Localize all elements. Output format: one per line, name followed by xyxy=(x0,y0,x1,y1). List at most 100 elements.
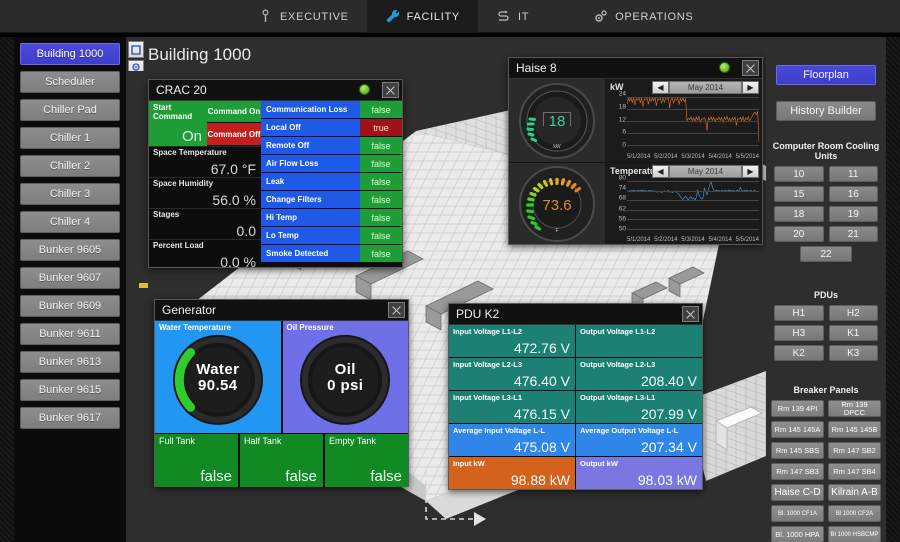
pdu-title-bar: PDU K2 xyxy=(449,304,702,325)
breaker-haise-c-d[interactable]: Haise C-D xyxy=(771,484,824,501)
oil-gauge-value: 0 psi xyxy=(327,376,364,394)
crac-metrics-column: Start Command On Command On Command Off … xyxy=(149,101,261,270)
breaker-rm-139-4pi[interactable]: Rm 139 4PI xyxy=(771,400,824,417)
breaker-rm-147-sb2[interactable]: Rm 147 SB2 xyxy=(828,442,881,459)
alarm-label: Air Flow Loss xyxy=(261,155,360,172)
breaker-bl-1000-cf2a[interactable]: Bl 1000 CF2A xyxy=(828,505,881,522)
history-builder-button[interactable]: History Builder xyxy=(776,101,876,121)
cell-value: 472.76 V xyxy=(513,340,570,356)
cooling-unit-21[interactable]: 21 xyxy=(828,226,878,242)
kw-gauge: 18 kW xyxy=(509,79,605,162)
alarm-label: Communication Loss xyxy=(261,101,360,118)
sidebar-item-scheduler[interactable]: Scheduler xyxy=(20,71,120,93)
sidebar-item-building-1000[interactable]: Building 1000 xyxy=(20,43,120,65)
cooling-unit-15[interactable]: 15 xyxy=(774,186,824,202)
input-kw: Input kW 98.88 kW xyxy=(449,457,575,489)
sidebar-item-chiller-1[interactable]: Chiller 1 xyxy=(20,127,120,149)
breaker-bl-1000-hpa[interactable]: Bl. 1000 HPA xyxy=(771,526,824,542)
generator-title-bar: Generator xyxy=(155,300,408,321)
sidebar-item-chiller-pad[interactable]: Chiller Pad xyxy=(20,99,120,121)
metric-label: Space Temperature xyxy=(153,148,227,157)
page-title: Building 1000 xyxy=(148,45,252,64)
pdu-k2-panel: PDU K2 Input Voltage L1-L2 472.76 V Outpu… xyxy=(448,303,703,490)
tab-facility[interactable]: FACILITY xyxy=(366,0,478,33)
breaker-rm-145-145a[interactable]: Rm 145 145A xyxy=(771,421,824,438)
breaker-bl-1000-hsbcmp[interactable]: Bl 1000 HSBCMP xyxy=(828,526,881,542)
cooling-unit-10[interactable]: 10 xyxy=(774,166,824,182)
cell-value: 98.88 kW xyxy=(510,472,570,488)
input-voltage-l1-l2: Input Voltage L1-L2 472.76 V xyxy=(449,325,575,357)
tab-executive[interactable]: EXECUTIVE xyxy=(240,0,367,33)
sidebar-item-chiller-3[interactable]: Chiller 3 xyxy=(20,183,120,205)
kw-gauge-graphic: 18 kW xyxy=(519,82,595,159)
breaker-bl-1000-cf1a[interactable]: Bl. 1000 CF1A xyxy=(771,505,824,522)
breaker-panels-grid: Rm 139 4PI Rm 139 DPCC Rm 145 145A Rm 14… xyxy=(766,400,886,542)
cooling-unit-18[interactable]: 18 xyxy=(774,206,824,222)
sidebar-item-bunker-9607[interactable]: Bunker 9607 xyxy=(20,267,120,289)
alarm-value: false xyxy=(360,137,402,154)
sidebar-item-chiller-4[interactable]: Chiller 4 xyxy=(20,211,120,233)
resize-icon[interactable] xyxy=(128,41,144,58)
breaker-rm-147-sb3[interactable]: Rm 147 SB3 xyxy=(771,463,824,480)
sidebar-item-bunker-9609[interactable]: Bunker 9609 xyxy=(20,295,120,317)
breaker-kilrain-a-b[interactable]: Kilrain A-B xyxy=(828,484,881,501)
haise-8-panel: Haise 8 18 kW 73.6 F kW ◀ May 2014 ▶ 24 … xyxy=(508,57,763,245)
next-month-button[interactable]: ▶ xyxy=(742,165,759,178)
average-output-voltage: Average Output Voltage L-L 207.34 V xyxy=(576,424,702,456)
main-stage: Building 1000 CRAC 20 Start Command On C… xyxy=(126,37,766,542)
close-icon[interactable] xyxy=(742,60,759,76)
cooling-unit-19[interactable]: 19 xyxy=(828,206,878,222)
sidebar-item-bunker-9611[interactable]: Bunker 9611 xyxy=(20,323,120,345)
tab-facility-label: FACILITY xyxy=(406,10,460,23)
floorplan-button[interactable]: Floorplan xyxy=(776,65,876,85)
output-voltage-l3-l1: Output Voltage L3-L1 207.99 V xyxy=(576,391,702,423)
command-off-button[interactable]: Command Off xyxy=(207,123,261,145)
alarm-label: Hi Temp xyxy=(261,209,360,226)
pdu-h2[interactable]: H2 xyxy=(828,305,878,321)
alarm-row: Local Off true xyxy=(261,119,402,137)
start-command-status: Start Command On xyxy=(149,101,207,146)
pdu-k3[interactable]: K3 xyxy=(828,345,878,361)
tab-it[interactable]: IT xyxy=(478,0,547,33)
sidebar-item-bunker-9615[interactable]: Bunker 9615 xyxy=(20,379,120,401)
half-tank-value: false xyxy=(285,468,317,485)
alarm-value: false xyxy=(360,155,402,172)
breaker-rm-139-dpcc[interactable]: Rm 139 DPCC xyxy=(828,400,881,417)
command-on-button[interactable]: Command On xyxy=(207,101,261,123)
alarm-value: false xyxy=(360,245,402,262)
cell-label: Input kW xyxy=(453,459,485,468)
cooling-unit-22[interactable]: 22 xyxy=(800,246,852,262)
sidebar-item-bunker-9617[interactable]: Bunker 9617 xyxy=(20,407,120,429)
alarm-row: Change Filters false xyxy=(261,191,402,209)
breaker-rm-145-145b[interactable]: Rm 145 145B xyxy=(828,421,881,438)
cooling-unit-11[interactable]: 11 xyxy=(828,166,878,182)
alarm-value: true xyxy=(360,119,402,136)
empty-tank-status: Empty Tank false xyxy=(323,434,408,487)
sidebar-item-bunker-9605[interactable]: Bunker 9605 xyxy=(20,239,120,261)
pdu-k2[interactable]: K2 xyxy=(774,345,824,361)
tab-operations[interactable]: OPERATIONS xyxy=(547,0,711,33)
breaker-rm-145-sbs[interactable]: Rm 145 SBS xyxy=(771,442,824,459)
pdus-header: PDUs xyxy=(813,290,838,300)
close-icon[interactable] xyxy=(388,302,405,318)
pdu-k1[interactable]: K1 xyxy=(828,325,878,341)
cooling-unit-16[interactable]: 16 xyxy=(828,186,878,202)
temperature-gauge-graphic: 73.6 F xyxy=(519,166,595,242)
cooling-unit-20[interactable]: 20 xyxy=(774,226,824,242)
close-icon[interactable] xyxy=(682,306,699,322)
next-month-button[interactable]: ▶ xyxy=(742,81,759,94)
breaker-rm-147-sb4[interactable]: Rm 147 SB4 xyxy=(828,463,881,480)
close-icon[interactable] xyxy=(382,82,399,98)
cell-label: Output Voltage L1-L2 xyxy=(580,327,656,336)
prev-month-button[interactable]: ◀ xyxy=(652,81,669,94)
metric-value: 56.0 % xyxy=(212,192,256,208)
prev-month-button[interactable]: ◀ xyxy=(652,165,669,178)
sidebar-item-chiller-2[interactable]: Chiller 2 xyxy=(20,155,120,177)
cell-value: 207.34 V xyxy=(640,439,697,455)
sidebar-item-bunker-9613[interactable]: Bunker 9613 xyxy=(20,351,120,373)
pdu-h1[interactable]: H1 xyxy=(774,305,824,321)
kw-plot-area xyxy=(627,97,759,146)
server-flow-icon xyxy=(496,9,511,24)
pdu-h3[interactable]: H3 xyxy=(774,325,824,341)
temperature-plot-area xyxy=(627,181,759,230)
